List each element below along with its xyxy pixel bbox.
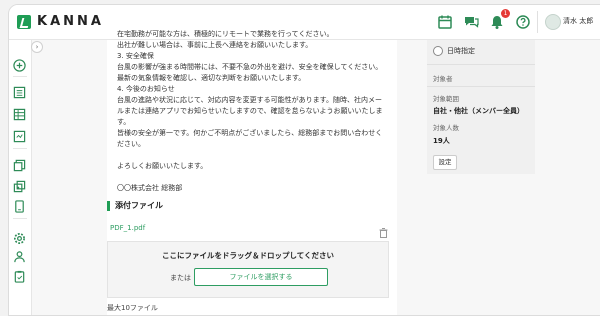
body-line: 皆様の安全が第一です。何かご不明点がございましたら、総務部までお問い合わせく <box>117 129 383 137</box>
body-line: 3. 安全確保 <box>117 52 154 60</box>
target-label: 対象者 <box>433 75 453 83</box>
radio-label: 日時指定 <box>447 47 475 55</box>
body-line <box>117 172 387 183</box>
sidebar-divider <box>13 148 27 149</box>
body-line: 4. 今後のお知らせ <box>117 85 175 93</box>
kanna-logo-mark <box>17 14 31 29</box>
board-icon[interactable] <box>13 128 26 143</box>
scope-label: 対象範囲 <box>433 95 459 103</box>
kanna-logo[interactable]: KANNA <box>17 14 104 29</box>
main-content: 在宅勤務が可能な方は、積極的にリモートで業務を行ってください。 出社が難しい場合は… <box>107 30 397 315</box>
notice-body: 在宅勤務が可能な方は、積極的にリモートで業務を行ってください。 出社が難しい場合は… <box>117 29 387 194</box>
body-line: す。 <box>117 118 131 126</box>
sidebar-divider <box>13 76 27 77</box>
attachment-link[interactable]: PDF_1.pdf <box>110 224 145 232</box>
right-panel: 日時指定 対象者 対象範囲 自社・他社（メンバー全員） 対象人数 19人 設定 <box>427 40 535 174</box>
user-name[interactable]: 清水 太郎 <box>563 16 593 26</box>
chat-icon[interactable] <box>463 14 479 30</box>
max-files-note: 最大10ファイル <box>107 304 158 312</box>
person-icon[interactable] <box>13 248 26 263</box>
clipboard-icon[interactable] <box>13 268 26 283</box>
radio-datetime[interactable]: 日時指定 <box>433 46 475 56</box>
count-value: 19人 <box>433 137 450 145</box>
body-line <box>117 150 387 161</box>
attachments-title: 添付ファイル <box>107 201 163 211</box>
sidebar-divider <box>13 218 27 219</box>
body-line: 台風の進路や状況に応じて、対応内容を変更する可能性があります。随時、社内メー <box>117 96 382 104</box>
bell-icon[interactable]: 1 <box>489 9 510 30</box>
body-line: 台風の影響が強まる時間帯には、不要不急の外出を避け、安全を確保してください。 <box>117 63 383 71</box>
panel-divider <box>427 86 535 87</box>
image-icon[interactable] <box>13 157 26 172</box>
phone-icon[interactable] <box>13 198 26 213</box>
table-icon[interactable] <box>13 106 26 121</box>
avatar[interactable] <box>545 14 561 30</box>
calendar-icon[interactable] <box>437 14 453 30</box>
gear-icon[interactable] <box>13 230 26 244</box>
body-line: よろしくお願いいたします。 <box>117 162 208 170</box>
file-dropzone[interactable]: ここにファイルをドラッグ＆ドロップしてください または ファイルを選択する <box>107 241 389 298</box>
notification-badge: 1 <box>501 9 510 18</box>
help-icon[interactable] <box>515 14 531 30</box>
radio-button[interactable] <box>433 46 443 56</box>
header-divider <box>537 11 538 33</box>
count-label: 対象人数 <box>433 124 459 132</box>
body-line: 〇〇株式会社 総務部 <box>117 184 183 192</box>
sidebar <box>9 40 32 315</box>
select-file-button[interactable]: ファイルを選択する <box>194 268 328 286</box>
body-line: 最新の気象情報を確認し、適切な判断をお願いいたします。 <box>117 74 306 82</box>
body-line: ルまたは連絡アプリでお知らせいたしますので、確認を怠らないようお願いいたしま <box>117 107 383 115</box>
dropzone-title: ここにファイルをドラッグ＆ドロップしてください <box>161 251 335 260</box>
dropzone-or-label: または <box>170 274 191 282</box>
trash-icon[interactable] <box>379 223 388 238</box>
body-line: ださい。 <box>117 140 145 148</box>
scope-value: 自社・他社（メンバー全員） <box>433 107 524 115</box>
list-icon[interactable] <box>13 84 26 99</box>
body-line: 在宅勤務が可能な方は、積極的にリモートで業務を行ってください。 <box>117 30 334 38</box>
copy-icon[interactable] <box>13 178 26 193</box>
logo-text: KANNA <box>37 14 104 29</box>
panel-divider <box>427 64 535 65</box>
sidebar-collapse-toggle[interactable]: › <box>31 41 43 53</box>
settings-button[interactable]: 設定 <box>433 155 457 170</box>
plus-icon[interactable] <box>13 57 26 72</box>
app-window: KANNA 1 清水 太郎 › 在宅勤務が可能な方は、積極的にリモートで業務を行… <box>8 4 600 316</box>
body-line: 出社が難しい場合は、事前に上長へ連絡をお願いいたします。 <box>117 41 313 49</box>
